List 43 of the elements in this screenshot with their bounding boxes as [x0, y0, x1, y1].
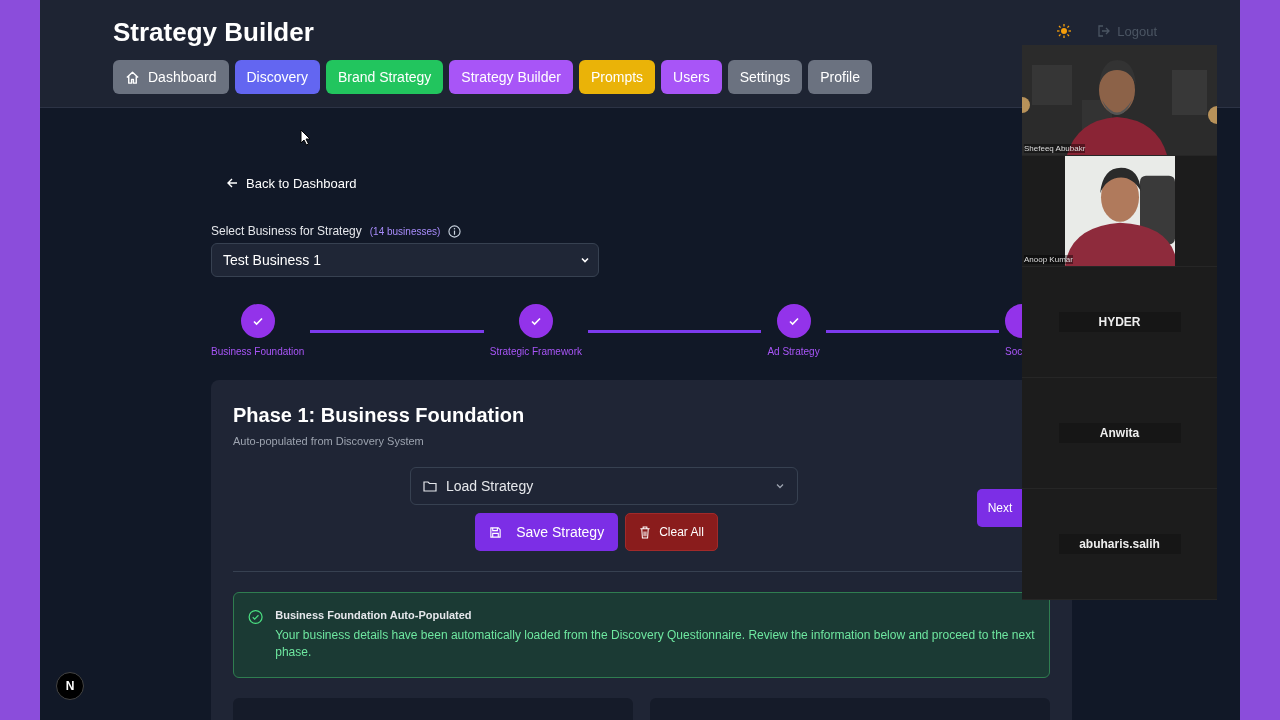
- home-icon: [125, 69, 140, 85]
- sun-icon[interactable]: [1057, 24, 1072, 38]
- nav-button[interactable]: Users: [661, 60, 722, 94]
- arrow-left-icon: [226, 177, 238, 189]
- step-circle[interactable]: [518, 304, 553, 338]
- load-strategy-dropdown[interactable]: Load Strategy: [410, 467, 798, 505]
- logout-icon: [1097, 24, 1112, 38]
- alert-text: Your business details have been automatically loaded from the Discovery Questionnaire. Review the information below and proceed to the next phase.: [275, 627, 1035, 661]
- business-select[interactable]: Test Business 1: [211, 243, 599, 277]
- phase-title: Phase 1: Business Foundation: [233, 404, 526, 427]
- participant-name: HYDER: [1058, 312, 1181, 332]
- dev-badge[interactable]: N: [56, 672, 84, 700]
- business-count: (14 businesses): [369, 225, 441, 237]
- participant-name: Anwita: [1058, 423, 1181, 443]
- alert-title: Business Foundation Auto-Populated: [275, 609, 473, 621]
- clear-all-button[interactable]: Clear All: [625, 513, 718, 551]
- cursor-icon: [300, 129, 311, 146]
- nav-button[interactable]: Discovery: [234, 60, 320, 94]
- nav-button[interactable]: Settings: [727, 60, 803, 94]
- app-title: Strategy Builder: [113, 16, 314, 48]
- step-circle[interactable]: [240, 304, 275, 338]
- phase-subtitle: Auto-populated from Discovery System: [233, 435, 425, 447]
- step-label: Soc: [1005, 346, 1022, 357]
- nav-button[interactable]: Dashboard: [113, 60, 229, 94]
- save-strategy-button[interactable]: Save Strategy: [475, 513, 619, 551]
- next-button[interactable]: Next: [977, 489, 1023, 527]
- nav-button[interactable]: Profile: [808, 60, 872, 94]
- step-circle[interactable]: [776, 304, 811, 338]
- step-label: Strategic Framework: [489, 346, 582, 357]
- save-icon: [489, 525, 503, 539]
- chevron-down-icon: [580, 255, 590, 265]
- chevron-down-icon: [775, 481, 785, 491]
- participant-name: abuharis.salih: [1058, 534, 1181, 554]
- step-label: Business Foundation: [211, 346, 305, 357]
- nav-button[interactable]: Strategy Builder: [449, 60, 573, 94]
- field-label: Select Business for Strategy: [211, 224, 362, 238]
- back-link[interactable]: Back to Dashboard: [226, 175, 357, 191]
- info-icon[interactable]: [448, 224, 462, 238]
- participant-name: Anoop Kumar: [1024, 255, 1073, 264]
- trash-icon: [639, 525, 652, 539]
- check-circle-icon: [248, 609, 264, 625]
- folder-icon: [423, 480, 437, 492]
- step-label: Ad Strategy: [767, 346, 820, 357]
